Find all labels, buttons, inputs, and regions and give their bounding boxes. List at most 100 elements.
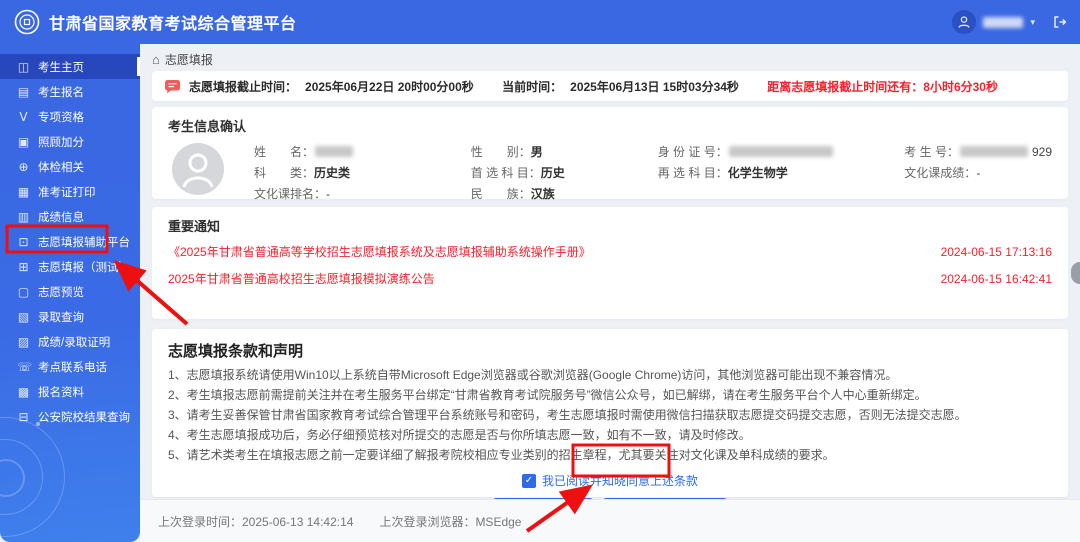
page-title: 甘肃省国家教育考试综合管理平台: [49, 10, 297, 34]
user-avatar[interactable]: [952, 10, 976, 34]
field-value: 汉族: [531, 185, 555, 202]
breadcrumb-label: 志愿填报: [165, 51, 213, 68]
field-label: 文化课成绩：: [904, 164, 976, 181]
sidebar-item[interactable]: ▥ 成绩信息: [0, 204, 140, 229]
username-masked[interactable]: [983, 17, 1023, 28]
notice-link[interactable]: 《2025年甘肃省普通高等学校招生志愿填报系统及志愿填报辅助系统操作手册》: [168, 243, 591, 260]
candidate-info-card: 考生信息确认 姓 名： 科 类：: [152, 107, 1068, 199]
candidate-avatar: [172, 143, 224, 195]
notice-row[interactable]: 《2025年甘肃省普通高等学校招生志愿填报系统及志愿填报辅助系统操作手册》 20…: [168, 238, 1052, 265]
deadline-label: 志愿填报截止时间：: [189, 78, 297, 95]
sidebar-item[interactable]: ⊕ 体检相关: [0, 154, 140, 179]
masked-value: [960, 146, 1028, 157]
last-login-browser: 上次登录浏览器：MSEdge: [379, 513, 521, 530]
sidebar: ◫ 考生主页 ▤ 考生报名 Ⅴ 专项资格 ▣ 照顾加分 ⊕ 体检相关 ▦ 准考证…: [0, 44, 140, 542]
field-label: 姓 名：: [254, 143, 314, 160]
candidate-field: 文化课排名： -: [254, 183, 471, 204]
sidebar-item[interactable]: ▤ 考生报名: [0, 79, 140, 104]
sidebar-item-icon: ▤: [17, 85, 30, 99]
sidebar-item[interactable]: ⊞ 志愿填报（测试）: [0, 254, 140, 279]
field-label: 科 类：: [254, 164, 314, 181]
sidebar-item[interactable]: ☏ 考点联系电话: [0, 354, 140, 379]
sidebar-item-icon: ▥: [17, 210, 30, 224]
field-label: 文化课排名：: [254, 185, 326, 202]
sidebar-item-icon: ▢: [17, 285, 30, 299]
sidebar-item-icon: ⊞: [17, 260, 30, 274]
sidebar-item[interactable]: ▨ 成绩/录取证明: [0, 329, 140, 354]
alert-message-icon: [164, 79, 181, 94]
sidebar-item[interactable]: ▣ 照顾加分: [0, 129, 140, 154]
sidebar-item-icon: Ⅴ: [17, 110, 30, 124]
sidebar-item-label: 考生主页: [38, 59, 84, 75]
terms-title: 志愿填报条款和声明: [168, 340, 1052, 361]
important-notice-card: 重要通知 《2025年甘肃省普通高等学校招生志愿填报系统及志愿填报辅助系统操作手…: [152, 207, 1068, 319]
candidate-info-title: 考生信息确认: [168, 116, 1052, 135]
user-icon: [957, 15, 971, 29]
terms-line: 4、考生志愿填报成功后，务必仔细预览核对所提交的志愿是否与你所填志愿一致，如有不…: [168, 426, 1052, 445]
sidebar-item[interactable]: ◫ 考生主页: [0, 54, 140, 79]
sidebar-item-label: 考生报名: [38, 84, 84, 100]
field-label: 再 选 科 目：: [658, 164, 728, 181]
sidebar-item[interactable]: Ⅴ 专项资格: [0, 104, 140, 129]
sidebar-item-icon: ⊟: [17, 410, 30, 424]
candidate-field: 性 别： 男: [471, 141, 658, 162]
agree-checkbox[interactable]: ✓: [522, 474, 536, 488]
sidebar-item[interactable]: ⊟ 公安院校结果查询: [0, 404, 140, 429]
sidebar-item-icon: ☏: [17, 360, 30, 374]
field-value: 929: [1032, 145, 1052, 159]
chevron-down-icon[interactable]: ▾: [1030, 18, 1035, 27]
terms-line: 1、志愿填报系统请使用Win10以上系统自带Microsoft Edge浏览器或…: [168, 366, 1052, 385]
notice-date: 2024-06-15 16:42:41: [941, 272, 1052, 286]
sidebar-item-label: 照顾加分: [38, 134, 84, 150]
candidate-field: 文化课成绩： -: [904, 162, 1052, 183]
field-label: 民 族：: [471, 185, 531, 202]
candidate-field: 姓 名：: [254, 141, 471, 162]
current-time-value: 2025年06月13日 15时03分34秒: [570, 78, 739, 95]
sidebar-item[interactable]: ▢ 志愿预览: [0, 279, 140, 304]
sidebar-item[interactable]: ▧ 录取查询: [0, 304, 140, 329]
field-label: 考 生 号：: [904, 143, 959, 160]
masked-value: [729, 146, 833, 157]
candidate-field: 民 族： 汉族: [471, 183, 658, 204]
field-label: 性 别：: [471, 143, 531, 160]
sidebar-item-label: 考点联系电话: [38, 359, 107, 375]
sidebar-item-icon: ⊡: [17, 235, 30, 249]
sidebar-item-icon: ⊕: [17, 160, 30, 174]
sidebar-item[interactable]: ▩ 报名资料: [0, 379, 140, 404]
terms-card: 志愿填报条款和声明 1、志愿填报系统请使用Win10以上系统自带Microsof…: [152, 329, 1068, 497]
field-value: 化学生物学: [728, 164, 788, 181]
field-value: -: [976, 166, 980, 180]
deadline-alert-bar: 志愿填报截止时间： 2025年06月22日 20时00分00秒 当前时间： 20…: [152, 71, 1068, 101]
notice-row[interactable]: 2025年甘肃省普通高校招生志愿填报模拟演练公告 2024-06-15 16:4…: [168, 265, 1052, 292]
candidate-field: 首 选 科 目： 历史: [471, 162, 658, 183]
sidebar-item-label: 体检相关: [38, 159, 84, 175]
sidebar-item[interactable]: ▦ 准考证打印: [0, 179, 140, 204]
sidebar-item-label: 志愿填报辅助平台: [38, 234, 130, 250]
logout-icon[interactable]: [1052, 15, 1066, 29]
side-panel-handle[interactable]: [1071, 262, 1080, 284]
field-label: 身 份 证 号：: [658, 143, 728, 160]
sidebar-item-label: 成绩信息: [38, 209, 84, 225]
terms-line: 2、考生填报志愿前需提前关注并在考生服务平台绑定“甘肃省教育考试院服务号”微信公…: [168, 386, 1052, 405]
sidebar-item-icon: ▨: [17, 335, 30, 349]
masked-value: [315, 146, 353, 157]
field-value: 历史类: [314, 164, 350, 181]
deadline-value: 2025年06月22日 20时00分00秒: [305, 78, 474, 95]
field-label: 首 选 科 目：: [471, 164, 541, 181]
sidebar-item-label: 录取查询: [38, 309, 84, 325]
candidate-field: 科 类： 历史类: [254, 162, 471, 183]
notice-link[interactable]: 2025年甘肃省普通高校招生志愿填报模拟演练公告: [168, 270, 435, 287]
candidate-field: 考 生 号： 929: [904, 141, 1052, 162]
sidebar-item-icon: ▦: [17, 185, 30, 199]
sidebar-item-icon: ▩: [17, 385, 30, 399]
notice-title: 重要通知: [168, 216, 1052, 235]
platform-logo-icon: [14, 9, 40, 35]
breadcrumb: ⌂ 志愿填报: [152, 50, 1068, 68]
terms-line: 5、请艺术类考生在填报志愿之前一定要详细了解报考院校相应专业类别的招生章程，尤其…: [168, 446, 1052, 465]
countdown-text: 距离志愿填报截止时间还有：8小时6分30秒: [767, 78, 998, 95]
sidebar-item-label: 准考证打印: [38, 184, 96, 200]
sidebar-item-label: 成绩/录取证明: [38, 334, 110, 350]
field-value: -: [326, 187, 330, 201]
last-login-time: 上次登录时间：2025-06-13 14:42:14: [158, 513, 353, 530]
sidebar-item[interactable]: ⊡ 志愿填报辅助平台: [0, 229, 140, 254]
